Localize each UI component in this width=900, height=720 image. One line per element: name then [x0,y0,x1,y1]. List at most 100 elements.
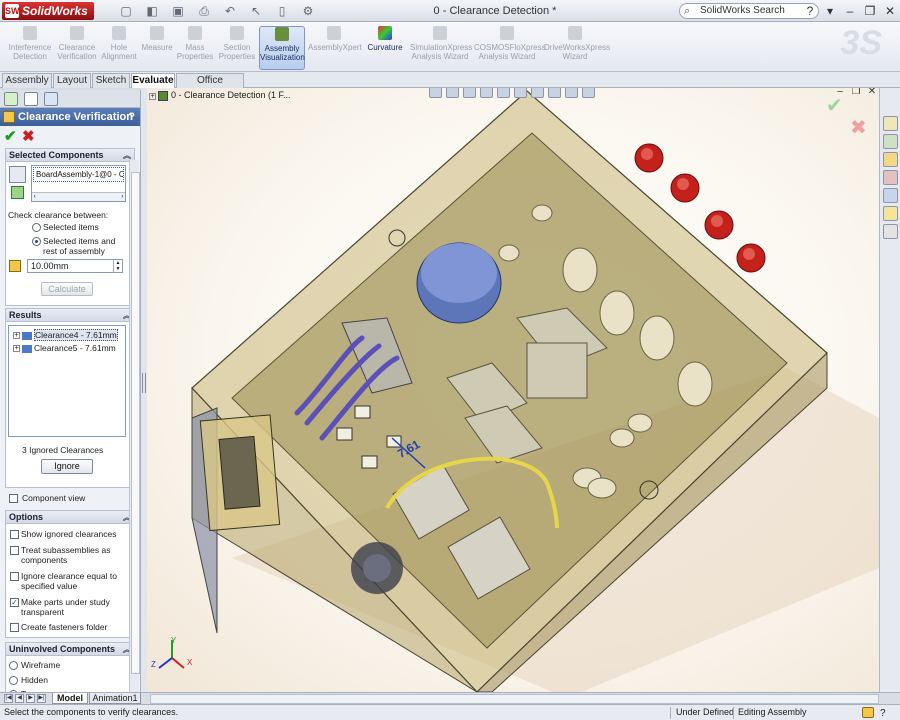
radio-selected-and-rest[interactable] [32,237,41,246]
hole-alignment-button[interactable]: Hole Alignment [100,26,138,70]
view-settings-icon[interactable] [582,88,595,98]
result-clearance5[interactable]: + Clearance5 - 7.61mm [13,343,116,353]
driveworksxpress-button[interactable]: DriveWorksXpress Wizard [544,26,610,70]
view-palette-icon[interactable] [883,188,898,203]
edit-appearance-icon[interactable] [548,88,561,98]
tab-model[interactable]: Model [52,693,88,704]
design-library-icon[interactable] [883,134,898,149]
zoom-to-fit-icon[interactable] [429,88,442,98]
undo-icon[interactable]: ↶ [222,3,238,19]
section-properties-button[interactable]: Section Properties [216,26,258,70]
list-hscroll[interactable]: ‹ › [32,192,125,201]
flyout-feature-tree[interactable]: +0 - Clearance Detection (1 F... [149,90,291,101]
tab-animation1[interactable]: Animation1 [89,693,141,704]
panel-scrollbar[interactable] [129,160,140,720]
doc-close-button[interactable]: ✕ [867,88,877,97]
show-ignored-checkbox[interactable] [10,530,19,539]
help-button[interactable]: ? [804,3,816,19]
splitter-grip[interactable] [142,373,146,393]
select-icon[interactable]: ↖ [248,3,264,19]
component-selection-icon[interactable] [9,166,26,183]
tab-assembly[interactable]: Assembly [2,73,52,88]
radio-selected-items[interactable] [32,223,41,232]
last-tab-icon[interactable]: ▶| [37,694,46,703]
apply-scene-icon[interactable] [565,88,578,98]
assemblyxpert-button[interactable]: AssemblyXpert [308,26,362,70]
search-field[interactable]: ⌕ SolidWorks Search [679,3,819,19]
display-style-icon[interactable] [514,88,527,98]
clearance-value-input[interactable]: 10.00mm [27,259,123,273]
save-icon[interactable]: ▣ [170,3,186,19]
radio-hidden[interactable] [9,676,18,685]
first-tab-icon[interactable]: |◀ [4,694,13,703]
expand-icon[interactable]: + [149,93,156,100]
section-header[interactable]: Results ︽ [6,309,134,322]
prev-tab-icon[interactable]: ◀ [15,694,24,703]
custom-properties-icon[interactable] [883,224,898,239]
interference-detection-button[interactable]: Interference Detection [4,26,56,70]
graphics-hscrollbar[interactable] [150,694,879,704]
minimize-button[interactable]: – [844,3,856,19]
component-view-checkbox[interactable] [9,494,18,503]
create-fasteners-checkbox[interactable] [10,623,19,632]
tab-office-products[interactable]: Office Products [176,73,244,100]
print-icon[interactable]: ⎙ [196,3,212,19]
confirmation-ok-icon[interactable]: ✔ [826,93,843,118]
ignore-button[interactable]: Ignore [41,459,93,474]
doc-restore-button[interactable]: ❐ [851,88,861,97]
section-header[interactable]: Selected Components ︽ [6,149,134,162]
help-dropdown-icon[interactable]: ▾ [824,3,836,19]
zoom-to-area-icon[interactable] [446,88,459,98]
next-tab-icon[interactable]: ▶ [26,694,35,703]
graphics-area[interactable]: 7.61 X Y Z +0 - Clearance Detection (1 F… [147,88,879,692]
open-icon[interactable]: ◧ [144,3,160,19]
appearances-icon[interactable] [883,206,898,221]
new-document-icon[interactable]: ▢ [118,3,134,19]
tab-evaluate[interactable]: Evaluate [131,73,175,88]
calculate-button[interactable]: Calculate [41,282,93,296]
cancel-x-icon[interactable]: ✖ [22,127,35,145]
clearance-spinner[interactable]: ▲ ▼ [113,260,122,272]
cosmosfloxpress-button[interactable]: COSMOSFloXpress Analysis Wizard [474,26,546,70]
mass-properties-button[interactable]: Mass Properties [176,26,214,70]
search-results-icon[interactable] [883,170,898,185]
measure-button[interactable]: Measure [140,26,174,70]
previous-view-icon[interactable] [463,88,476,98]
tab-sketch[interactable]: Sketch [92,73,130,88]
restore-button[interactable]: ❐ [864,3,876,19]
result-clearance4[interactable]: + Clearance4 - 7.61mm [13,329,118,341]
radio-wireframe[interactable] [9,661,18,670]
ok-check-icon[interactable]: ✔ [4,127,17,145]
list-item[interactable]: BoardAssembly-1@0 - Clea [33,167,124,182]
clearance-verification-button[interactable]: Clearance Verification [56,26,98,70]
section-header[interactable]: Options ︽ [6,511,134,524]
view-orientation-icon[interactable] [497,88,510,98]
treat-subassemblies-checkbox[interactable] [10,546,19,555]
status-help-icon[interactable]: ? [880,706,886,720]
curvature-button[interactable]: Curvature [364,26,406,70]
solidworks-logo[interactable]: SW SolidWorks [2,2,94,20]
tab-layout[interactable]: Layout [53,73,91,88]
expand-icon[interactable]: + [13,332,20,340]
simulationxpress-button[interactable]: SimulationXpress Analysis Wizard [410,26,472,70]
file-explorer-icon[interactable] [883,152,898,167]
make-transparent-checkbox[interactable]: ✓ [10,598,19,607]
options-icon[interactable]: ⚙ [300,3,316,19]
property-manager-tab-icon[interactable] [24,92,38,106]
confirmation-cancel-icon[interactable]: ✖ [850,115,867,140]
close-button[interactable]: ✕ [884,3,896,19]
selected-components-list[interactable]: BoardAssembly-1@0 - Clea ‹› [31,165,126,202]
section-view-icon[interactable] [480,88,493,98]
assembly-visualization-button[interactable]: Assembly Visualization [259,26,305,70]
results-list[interactable]: + Clearance4 - 7.61mm + Clearance5 - 7.61m… [8,325,126,437]
rebuild-icon[interactable]: ▯ [274,3,290,19]
feature-manager-tab-icon[interactable] [4,92,18,106]
section-header[interactable]: Uninvolved Components ︽ [6,643,134,656]
rebuild-status-icon[interactable] [862,707,874,718]
hide-show-items-icon[interactable] [531,88,544,98]
solidworks-resources-icon[interactable] [883,116,898,131]
expand-icon[interactable]: + [13,345,20,353]
configuration-manager-tab-icon[interactable] [44,92,58,106]
ignore-equal-checkbox[interactable] [10,572,19,581]
panel-help-button[interactable]: ? [128,108,135,126]
